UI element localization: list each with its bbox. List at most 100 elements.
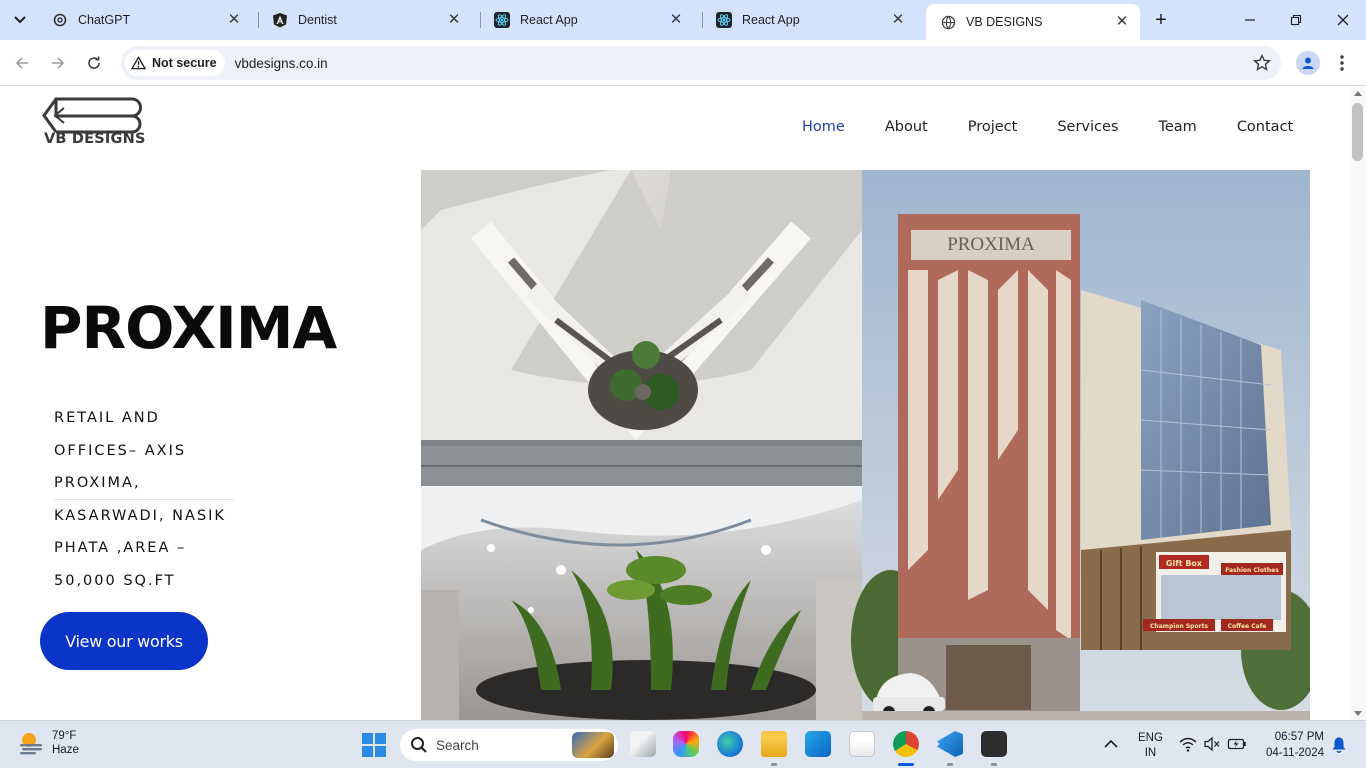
browser-toolbar: Not secure vbdesigns.co.in xyxy=(0,40,1366,86)
notification-bell-icon[interactable] xyxy=(1331,736,1347,754)
browser-menu-button[interactable] xyxy=(1332,53,1352,73)
tab-react-app-1[interactable]: React App ✕ xyxy=(480,4,694,36)
terminal-icon[interactable] xyxy=(981,731,1007,757)
logo-text: VB DESIGNS xyxy=(44,131,146,147)
url-text[interactable]: vbdesigns.co.in xyxy=(235,56,328,71)
bookmark-star-icon[interactable] xyxy=(1253,54,1271,72)
edge-icon[interactable] xyxy=(717,731,743,757)
chevron-down-icon xyxy=(14,16,26,24)
chevron-up-icon[interactable] xyxy=(1104,739,1118,749)
tab-title: Dentist xyxy=(298,13,337,27)
haze-icon xyxy=(20,733,42,755)
close-icon xyxy=(1337,14,1349,26)
globe-icon xyxy=(940,14,956,30)
tab-search-button[interactable] xyxy=(6,7,34,33)
tab-vb-designs[interactable]: VB DESIGNS ✕ xyxy=(926,4,1140,40)
clock[interactable]: 06:57 PM 04-11-2024 xyxy=(1258,729,1324,761)
shop-sign-fashion-clothes: Fashion Clothes xyxy=(1225,567,1279,574)
description-line: 50,000 SQ.FT xyxy=(54,572,176,589)
react-icon xyxy=(716,12,732,28)
new-tab-button[interactable]: + xyxy=(1150,9,1172,31)
minimize-button[interactable] xyxy=(1238,8,1262,32)
tab-title: React App xyxy=(742,13,800,27)
description-line: PHATA ,AREA – xyxy=(54,540,187,556)
language-code: ENG xyxy=(1138,732,1163,744)
view-our-works-button[interactable]: View our works xyxy=(40,612,208,670)
reload-button[interactable] xyxy=(82,51,106,75)
vscode-icon[interactable] xyxy=(937,731,963,757)
nav-about[interactable]: About xyxy=(885,119,928,135)
page-viewport: VB DESIGNS Home About Project Services T… xyxy=(0,87,1350,720)
description-line: PROXIMA, xyxy=(54,467,234,500)
nav-project[interactable]: Project xyxy=(968,119,1018,135)
shop-sign-gift-box: Gift Box xyxy=(1166,559,1203,568)
scroll-down-arrow-icon[interactable] xyxy=(1354,711,1362,716)
address-bar[interactable]: Not secure vbdesigns.co.in xyxy=(121,46,1281,80)
project-gallery-image: Gift Box Fashion Clothes Champion Sports… xyxy=(421,170,1310,720)
weather-desc: Haze xyxy=(52,744,79,756)
wifi-icon[interactable] xyxy=(1179,736,1197,752)
active-app-indicator xyxy=(898,763,914,766)
volume-muted-icon[interactable] xyxy=(1203,736,1221,752)
back-button[interactable] xyxy=(10,51,34,75)
close-icon[interactable]: ✕ xyxy=(1114,14,1130,30)
warning-icon xyxy=(131,56,146,70)
nav-team[interactable]: Team xyxy=(1158,119,1196,135)
page-scrollbar[interactable] xyxy=(1350,87,1366,720)
running-indicator xyxy=(771,763,777,766)
person-icon xyxy=(1302,57,1314,69)
file-explorer-icon[interactable] xyxy=(761,731,787,757)
reload-icon xyxy=(88,56,100,69)
scroll-up-arrow-icon[interactable] xyxy=(1354,91,1362,96)
region-code: IN xyxy=(1144,747,1157,759)
windows-start-icon[interactable] xyxy=(362,733,386,757)
windows-taskbar: 79°F Haze Search ENG IN 06:57 PM 04-11-2… xyxy=(0,720,1366,768)
clock-time: 06:57 PM xyxy=(1274,731,1324,743)
shop-sign-champion-sports: Champion Sports xyxy=(1150,623,1208,630)
search-placeholder: Search xyxy=(436,737,479,753)
nav-home[interactable]: Home xyxy=(802,119,845,135)
security-label: Not secure xyxy=(152,56,217,70)
arrow-right-icon xyxy=(52,57,65,69)
running-indicator xyxy=(947,763,953,766)
tab-title: React App xyxy=(520,13,578,27)
description-line: OFFICES– AXIS xyxy=(54,442,187,459)
language-indicator[interactable]: ENG IN xyxy=(1138,731,1163,761)
site-navigation: Home About Project Services Team Contact xyxy=(802,119,1293,135)
task-view-icon[interactable] xyxy=(630,731,656,757)
copilot-icon[interactable] xyxy=(673,731,699,757)
outlook-icon[interactable] xyxy=(805,731,831,757)
taskbar-search[interactable]: Search xyxy=(400,729,618,761)
tab-dentist[interactable]: Dentist ✕ xyxy=(258,4,472,36)
battery-charging-icon[interactable] xyxy=(1227,736,1247,752)
close-window-button[interactable] xyxy=(1331,8,1355,32)
weather-widget[interactable]: 79°F Haze xyxy=(18,729,79,757)
nav-services[interactable]: Services xyxy=(1057,119,1118,135)
tab-title: ChatGPT xyxy=(78,13,131,27)
chatgpt-icon xyxy=(52,12,68,28)
forward-button[interactable] xyxy=(46,51,70,75)
site-info-chip[interactable]: Not secure xyxy=(125,50,225,76)
search-highlight-image xyxy=(572,732,614,758)
close-icon[interactable]: ✕ xyxy=(226,12,242,28)
nav-contact[interactable]: Contact xyxy=(1237,119,1293,135)
hero-description: RETAIL AND OFFICES– AXIS PROXIMA, KASARW… xyxy=(54,402,234,597)
close-icon[interactable]: ✕ xyxy=(668,12,684,28)
arrow-left-icon xyxy=(15,57,28,69)
hero-title: PROXIMA xyxy=(40,294,337,362)
tab-react-app-2[interactable]: React App ✕ xyxy=(702,4,916,36)
building-rendering: Gift Box Fashion Clothes Champion Sports… xyxy=(851,170,1310,720)
close-icon[interactable]: ✕ xyxy=(446,12,462,28)
restore-button[interactable] xyxy=(1284,8,1308,32)
close-icon[interactable]: ✕ xyxy=(890,12,906,28)
profile-button[interactable] xyxy=(1296,51,1320,75)
minimize-icon xyxy=(1245,19,1255,21)
description-line: RETAIL AND xyxy=(54,410,160,426)
scrollbar-thumb[interactable] xyxy=(1352,103,1363,161)
chrome-icon[interactable] xyxy=(893,731,919,757)
interior-photo xyxy=(421,486,862,720)
weather-temp: 79°F xyxy=(52,730,77,742)
microsoft-store-icon[interactable] xyxy=(849,731,875,757)
shop-sign-coffee-cafe: Coffee Cafe xyxy=(1228,623,1267,630)
tab-chatgpt[interactable]: ChatGPT ✕ xyxy=(38,4,252,36)
